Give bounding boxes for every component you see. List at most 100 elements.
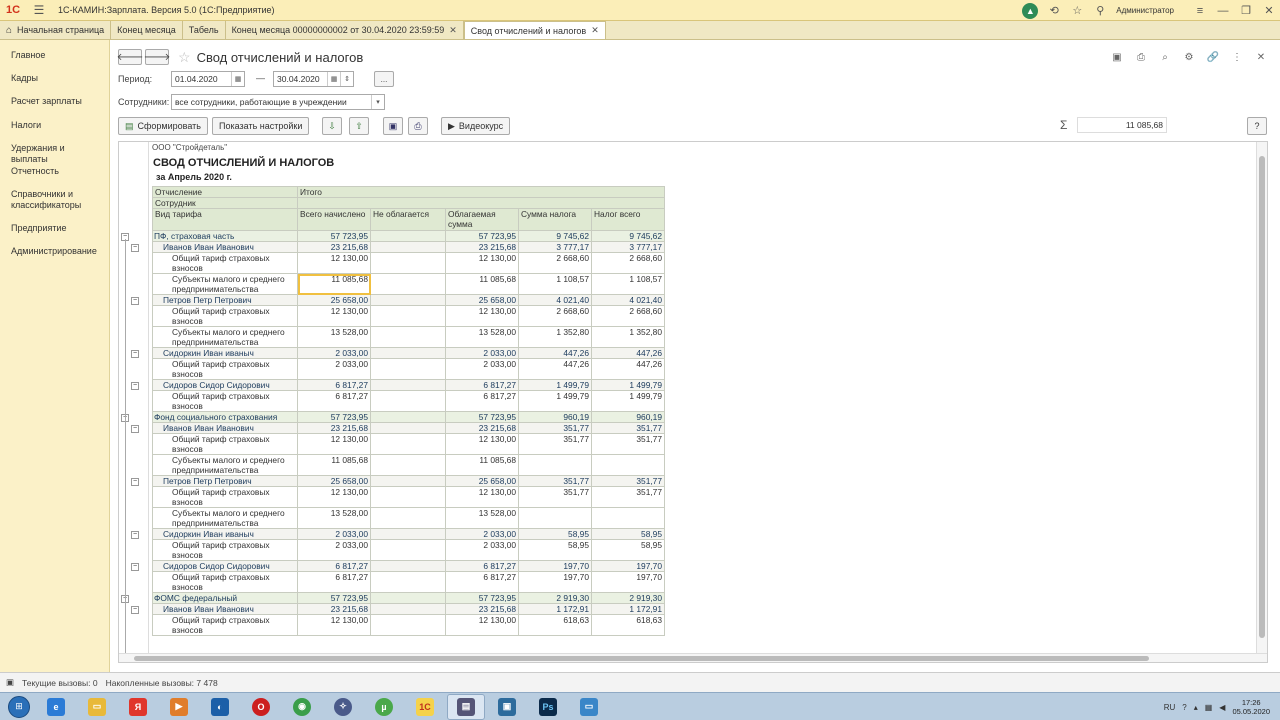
cell-value[interactable]: 12 130,00	[297, 305, 371, 327]
cell-value[interactable]: 23 215,68	[445, 422, 519, 434]
cell-value[interactable]: 1 352,80	[591, 326, 665, 348]
group-collapse-icon[interactable]: −	[131, 296, 139, 305]
expand-groups-button[interactable]: ⇩	[322, 117, 342, 135]
menu-icon[interactable]: ☰	[30, 3, 48, 17]
row-label[interactable]: Иванов Иван Иванович	[152, 422, 298, 434]
cell-value[interactable]: 2 033,00	[445, 539, 519, 561]
employee-row[interactable]: Иванов Иван Иванович 23 215,68 23 215,68 3 …	[152, 241, 665, 253]
notification-icon[interactable]: ▲	[1022, 2, 1039, 19]
sidebar-item-deductions[interactable]: Удержания и выплаты	[0, 143, 109, 165]
group-collapse-icon[interactable]: −	[131, 349, 139, 358]
row-label[interactable]: Общий тариф страховых взносов	[152, 305, 298, 327]
taskbar-media[interactable]: ▶	[160, 694, 198, 720]
cell-value[interactable]: 6 817,27	[445, 379, 519, 391]
cell-value[interactable]: 58,95	[518, 528, 592, 540]
row-label[interactable]: Субъекты малого и среднего предпринимате…	[152, 454, 298, 476]
cell-value[interactable]: 57 723,95	[297, 592, 371, 604]
cell-value[interactable]: 351,77	[518, 475, 592, 487]
cell-value[interactable]: 4 021,40	[518, 294, 592, 306]
deduction-row[interactable]: Фонд социального страхования 57 723,95 57 …	[152, 411, 665, 423]
group-collapse-icon[interactable]: −	[131, 562, 139, 571]
cell-value[interactable]	[370, 475, 446, 487]
cell-value[interactable]: 960,19	[591, 411, 665, 423]
cell-value[interactable]: 9 745,62	[591, 230, 665, 242]
tab-month-end[interactable]: Конец месяца	[111, 21, 183, 39]
cell-value[interactable]: 58,95	[591, 528, 665, 540]
tab-close-icon[interactable]: ✕	[449, 25, 457, 36]
cell-value[interactable]: 23 215,68	[297, 603, 371, 615]
sidebar-item-directories[interactable]: Справочники и классификаторы	[0, 189, 100, 211]
current-user[interactable]: Администратор	[1116, 6, 1174, 15]
tab-timesheet[interactable]: Табель	[183, 21, 226, 39]
row-label[interactable]: Субъекты малого и среднего предпринимате…	[152, 273, 298, 295]
clock[interactable]: 17:26 05.05.2020	[1232, 698, 1270, 716]
row-label[interactable]: ПФ, страховая часть	[152, 230, 298, 242]
group-collapse-icon[interactable]: −	[131, 424, 139, 433]
cell-value[interactable]: 13 528,00	[297, 326, 371, 348]
cell-value[interactable]: 58,95	[518, 539, 592, 561]
cell-value[interactable]: 1 499,79	[518, 379, 592, 391]
cell-value[interactable]: 12 130,00	[445, 486, 519, 508]
cell-value[interactable]: 57 723,95	[445, 411, 519, 423]
cell-value[interactable]: 25 658,00	[297, 294, 371, 306]
cell-value[interactable]: 57 723,95	[445, 592, 519, 604]
period-select-button[interactable]: ...	[374, 71, 394, 87]
row-label[interactable]: Петров Петр Петрович	[152, 475, 298, 487]
cell-value[interactable]	[370, 379, 446, 391]
taskbar-scanner[interactable]: ▤	[447, 693, 485, 720]
tab-deductions-summary[interactable]: Свод отчислений и налогов ✕	[463, 21, 606, 39]
tariff-row[interactable]: Общий тариф страховых взносов 12 130,00 12…	[152, 614, 665, 636]
cell-value[interactable]	[370, 241, 446, 253]
sidebar-item-payroll[interactable]: Расчет зарплаты	[0, 96, 93, 107]
sidebar-item-main[interactable]: Главное	[0, 50, 56, 61]
cell-value[interactable]: 12 130,00	[297, 433, 371, 455]
taskbar-yandex[interactable]: Я	[119, 694, 157, 720]
cell-value[interactable]: 6 817,27	[445, 390, 519, 412]
help-tray-icon[interactable]: ?	[1182, 703, 1186, 712]
cell-value[interactable]	[518, 507, 592, 529]
cell-value[interactable]: 351,77	[591, 433, 665, 455]
favorites-star-icon[interactable]: ☆	[1070, 4, 1084, 18]
cell-value[interactable]	[591, 507, 665, 529]
tariff-row[interactable]: Субъекты малого и среднего предпринимате…	[152, 454, 665, 476]
row-label[interactable]: Сидоркин Иван иваныч	[152, 347, 298, 359]
tariff-row[interactable]: Субъекты малого и среднего предпринимате…	[152, 326, 665, 348]
back-button[interactable]: 🡐	[117, 49, 143, 65]
row-label[interactable]: Сидоров Сидор Сидорович	[152, 379, 298, 391]
horizontal-scrollbar[interactable]	[119, 653, 1267, 662]
employees-select[interactable]: все сотрудники, работающие в учреждении …	[171, 94, 385, 110]
chevron-down-icon[interactable]: ▾	[371, 95, 384, 109]
tariff-row[interactable]: Общий тариф страховых взносов 12 130,00 12…	[152, 252, 665, 274]
sidebar-item-taxes[interactable]: Налоги	[0, 120, 52, 131]
forward-button[interactable]: 🡒	[144, 49, 170, 65]
cell-value[interactable]: 197,70	[518, 560, 592, 572]
taskbar-window[interactable]: ▣	[488, 694, 526, 720]
show-settings-button[interactable]: Показать настройки	[212, 117, 310, 135]
cell-value[interactable]: 58,95	[591, 539, 665, 561]
cell-value[interactable]	[370, 571, 446, 593]
cell-value[interactable]: 2 033,00	[297, 539, 371, 561]
cell-value[interactable]: 9 745,62	[518, 230, 592, 242]
taskbar-ie[interactable]: e	[37, 694, 75, 720]
tariff-row[interactable]: Общий тариф страховых взносов 12 130,00 12…	[152, 486, 665, 508]
vertical-scrollbar[interactable]	[1256, 142, 1267, 662]
cell-value[interactable]: 197,70	[591, 560, 665, 572]
cell-value[interactable]: 960,19	[518, 411, 592, 423]
network-icon[interactable]: ▦	[1205, 703, 1213, 712]
cell-value[interactable]	[370, 422, 446, 434]
cell-value[interactable]: 1 499,79	[591, 390, 665, 412]
employee-row[interactable]: Иванов Иван Иванович 23 215,68 23 215,68 35…	[152, 422, 665, 434]
taskbar-photoshop[interactable]: Ps	[529, 694, 567, 720]
cell-value[interactable]: 11 085,68	[445, 273, 519, 295]
cell-value[interactable]: 2 033,00	[445, 347, 519, 359]
row-label[interactable]: ФОМС федеральный	[152, 592, 298, 604]
cell-value[interactable]: 12 130,00	[297, 252, 371, 274]
cell-value[interactable]: 1 108,57	[591, 273, 665, 295]
close-icon[interactable]: ✕	[1262, 4, 1276, 18]
employee-row[interactable]: Иванов Иван Иванович 23 215,68 23 215,68 1 …	[152, 603, 665, 615]
sidebar-item-reporting[interactable]: Отчетность	[0, 166, 70, 177]
cell-value[interactable]	[370, 507, 446, 529]
cell-value[interactable]: 11 085,68	[445, 454, 519, 476]
cell-value[interactable]	[370, 486, 446, 508]
cell-value[interactable]: 1 172,91	[518, 603, 592, 615]
